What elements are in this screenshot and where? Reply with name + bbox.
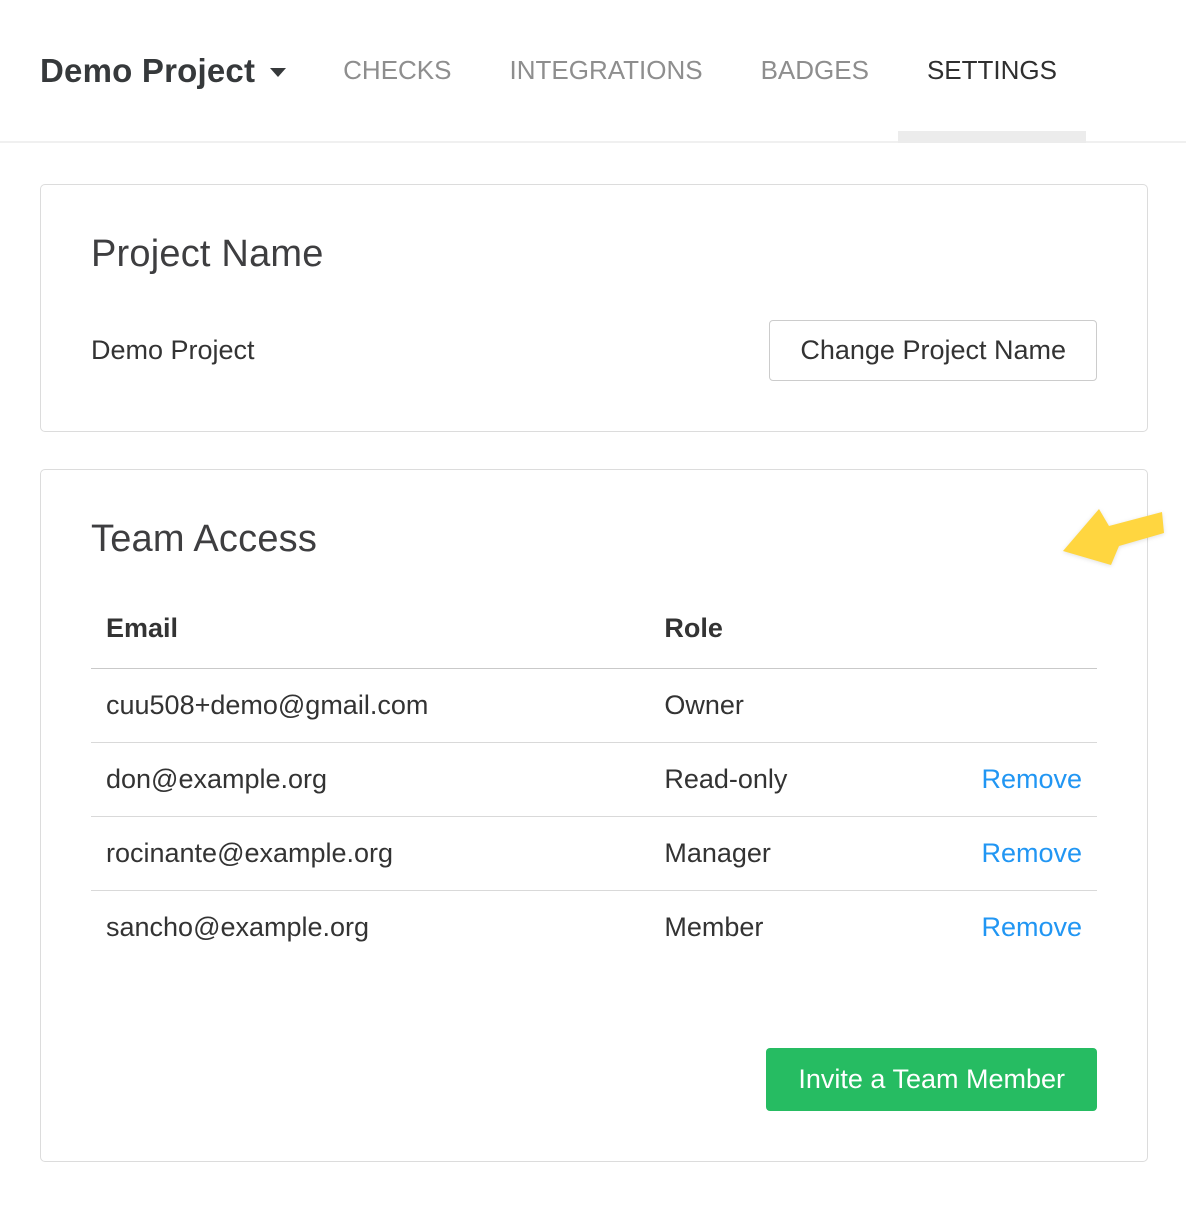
table-header-row: Email Role bbox=[91, 593, 1097, 669]
member-role: Read-only bbox=[649, 743, 951, 817]
project-switcher-dropdown[interactable]: Demo Project bbox=[40, 52, 286, 90]
tab-checks[interactable]: CHECKS bbox=[314, 0, 480, 141]
change-project-name-button[interactable]: Change Project Name bbox=[769, 320, 1097, 381]
table-row: cuu508+demo@gmail.com Owner bbox=[91, 669, 1097, 743]
team-members-table: Email Role cuu508+demo@gmail.com Owner d… bbox=[91, 593, 1097, 964]
remove-member-link[interactable]: Remove bbox=[981, 764, 1082, 794]
project-name-card: Project Name Demo Project Change Project… bbox=[40, 184, 1148, 432]
member-email: don@example.org bbox=[91, 743, 649, 817]
table-row: sancho@example.org Member Remove bbox=[91, 891, 1097, 965]
caret-down-icon bbox=[270, 68, 286, 77]
team-access-card: Team Access Email Role cuu508+demo@gmail… bbox=[40, 469, 1148, 1162]
tab-badges[interactable]: BADGES bbox=[732, 0, 898, 141]
member-email: rocinante@example.org bbox=[91, 817, 649, 891]
table-row: rocinante@example.org Manager Remove bbox=[91, 817, 1097, 891]
current-project-name: Demo Project bbox=[91, 335, 255, 366]
project-switcher-label: Demo Project bbox=[40, 52, 255, 90]
member-email: sancho@example.org bbox=[91, 891, 649, 965]
tab-settings[interactable]: SETTINGS bbox=[898, 0, 1086, 141]
member-actions-cell: Remove bbox=[951, 891, 1097, 965]
team-access-card-title: Team Access bbox=[91, 518, 1097, 561]
member-role: Member bbox=[649, 891, 951, 965]
actions-column-header bbox=[951, 593, 1097, 669]
project-name-card-title: Project Name bbox=[91, 233, 1097, 276]
member-actions-cell: Remove bbox=[951, 817, 1097, 891]
tab-integrations[interactable]: INTEGRATIONS bbox=[481, 0, 732, 141]
email-column-header: Email bbox=[91, 593, 649, 669]
settings-page: Project Name Demo Project Change Project… bbox=[0, 143, 1186, 1162]
top-navbar: Demo Project CHECKS INTEGRATIONS BADGES … bbox=[0, 0, 1186, 143]
invite-team-member-button[interactable]: Invite a Team Member bbox=[766, 1048, 1097, 1111]
member-role: Owner bbox=[649, 669, 951, 743]
member-email: cuu508+demo@gmail.com bbox=[91, 669, 649, 743]
member-role: Manager bbox=[649, 817, 951, 891]
remove-member-link[interactable]: Remove bbox=[981, 838, 1082, 868]
primary-tabs: CHECKS INTEGRATIONS BADGES SETTINGS bbox=[314, 0, 1086, 141]
role-column-header: Role bbox=[649, 593, 951, 669]
table-row: don@example.org Read-only Remove bbox=[91, 743, 1097, 817]
member-actions-cell: Remove bbox=[951, 743, 1097, 817]
remove-member-link[interactable]: Remove bbox=[981, 912, 1082, 942]
member-actions-cell bbox=[951, 669, 1097, 743]
